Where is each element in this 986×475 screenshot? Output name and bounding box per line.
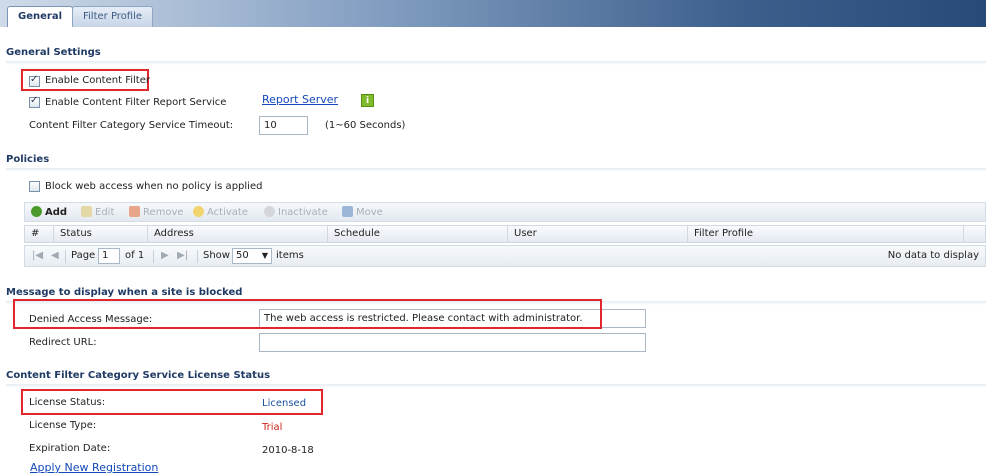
page-of-label: of 1 (125, 250, 145, 261)
expiration-date-label: Expiration Date: (29, 443, 111, 454)
timeout-label: Content Filter Category Service Timeout: (29, 120, 234, 131)
lightbulb-off-icon (264, 206, 275, 217)
prev-page-icon[interactable]: ◀ (51, 250, 59, 261)
no-data-text: No data to display (887, 250, 979, 261)
column-header-address[interactable]: Address (148, 226, 328, 242)
policy-table-header: # Status Address Schedule User Filter Pr… (24, 225, 986, 243)
trash-icon (129, 206, 140, 217)
pager-separator (153, 250, 154, 263)
license-type-label: License Type: (29, 420, 97, 431)
license-status-value: Licensed (262, 398, 307, 409)
items-label: items (276, 250, 304, 261)
license-status-label: License Status: (29, 397, 106, 408)
show-label: Show (203, 250, 230, 261)
section-divider (6, 384, 986, 388)
add-button[interactable]: Add (31, 206, 67, 218)
enable-report-service-label: Enable Content Filter Report Service (45, 97, 227, 108)
license-type-value: Trial (262, 422, 283, 433)
page-label: Page (71, 250, 96, 261)
timeout-hint: (1~60 Seconds) (325, 120, 406, 131)
info-icon[interactable]: i (361, 94, 374, 107)
redirect-url-label: Redirect URL: (29, 337, 97, 348)
column-header-filter-profile[interactable]: Filter Profile (688, 226, 964, 242)
activate-button[interactable]: Activate (193, 206, 248, 218)
block-web-access-checkbox[interactable] (29, 181, 40, 192)
enable-content-filter-label: Enable Content Filter (45, 75, 150, 86)
chevron-down-icon: ▼ (261, 251, 268, 260)
policy-pager: |◀ ◀ Page 1 of 1 ▶ ▶| Show 50 ▼ items No… (24, 245, 986, 267)
column-header-status[interactable]: Status (54, 226, 148, 242)
edit-icon (81, 206, 92, 217)
enable-report-service-checkbox[interactable] (29, 95, 40, 108)
redirect-url-input[interactable] (259, 333, 646, 352)
policies-title: Policies (6, 154, 50, 165)
highlight-box-denied-message (13, 299, 602, 329)
move-icon (342, 206, 353, 217)
tab-bar: General Filter Profile (0, 0, 986, 27)
next-page-icon[interactable]: ▶ (161, 250, 169, 261)
section-divider (6, 61, 986, 65)
add-icon (31, 206, 42, 217)
general-settings-title: General Settings (6, 47, 101, 58)
remove-button[interactable]: Remove (129, 206, 184, 218)
tab-filter-profile[interactable]: Filter Profile (72, 6, 154, 27)
tab-general[interactable]: General (7, 6, 73, 27)
report-server-link[interactable]: Report Server (262, 93, 338, 106)
section-divider (6, 168, 986, 172)
column-header-user[interactable]: User (508, 226, 688, 242)
page-size-select[interactable]: 50 ▼ (232, 248, 272, 264)
apply-new-registration-link[interactable]: Apply New Registration (30, 461, 158, 474)
last-page-icon[interactable]: ▶| (177, 250, 188, 261)
pager-separator (197, 250, 198, 263)
expiration-date-value: 2010-8-18 (262, 445, 314, 456)
enable-content-filter-checkbox[interactable] (29, 74, 40, 87)
edit-button[interactable]: Edit (81, 206, 114, 218)
block-web-access-label: Block web access when no policy is appli… (45, 181, 263, 192)
timeout-input[interactable]: 10 (259, 116, 308, 135)
move-button[interactable]: Move (342, 206, 383, 218)
policy-toolbar: Add Edit Remove Activate Inactivate Move (24, 202, 986, 222)
inactivate-button[interactable]: Inactivate (264, 206, 328, 218)
blocked-message-title: Message to display when a site is blocke… (6, 287, 243, 298)
pager-separator (65, 250, 66, 263)
column-header-schedule[interactable]: Schedule (328, 226, 508, 242)
page-number-input[interactable]: 1 (98, 248, 120, 264)
column-header-index[interactable]: # (25, 226, 54, 242)
lightbulb-on-icon (193, 206, 204, 217)
first-page-icon[interactable]: |◀ (32, 250, 43, 261)
license-status-title: Content Filter Category Service License … (6, 370, 271, 381)
